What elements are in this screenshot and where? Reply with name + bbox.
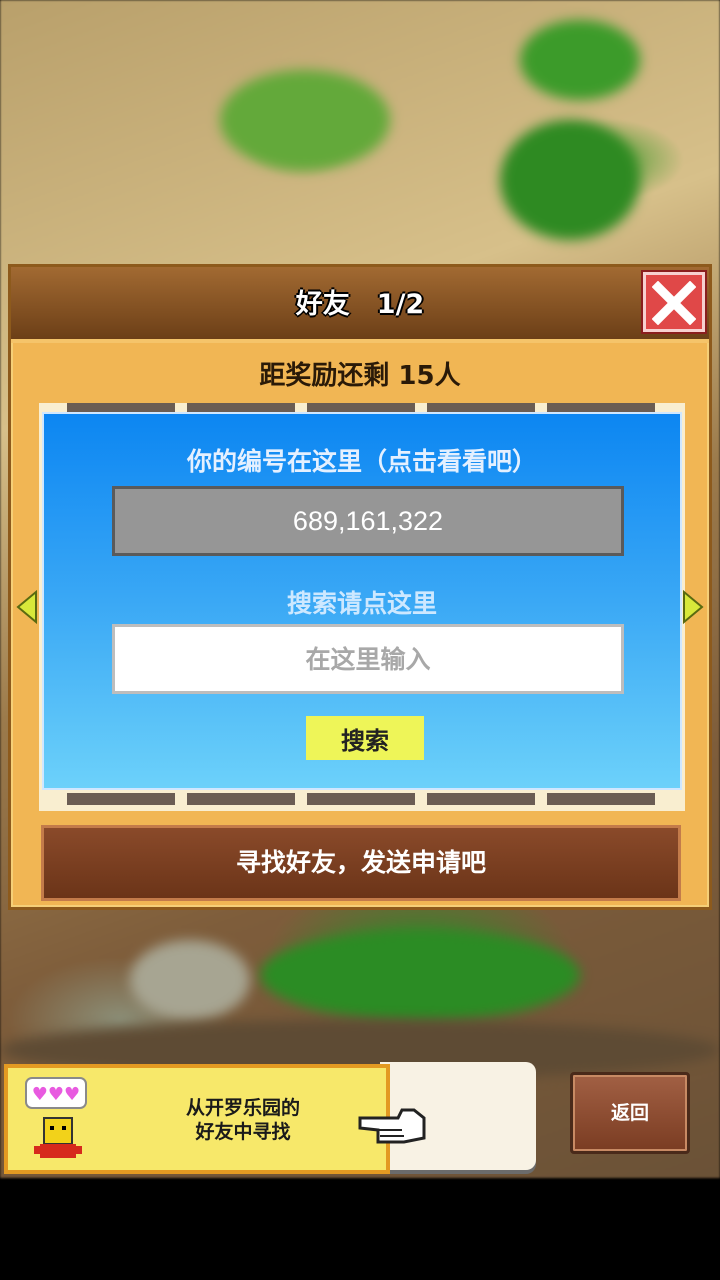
character-icon: ♥♥♥ xyxy=(20,1074,98,1166)
slot-bottom xyxy=(427,793,535,805)
slot-bottom xyxy=(307,793,415,805)
reward-remaining-text: 距奖励还剩 15人 xyxy=(259,361,461,391)
player-id-box[interactable]: 689,161,322 xyxy=(112,486,624,556)
close-icon xyxy=(652,281,696,325)
dialog-title: 好友 1/2 xyxy=(295,289,425,320)
pointing-hand-icon xyxy=(358,1108,426,1144)
back-button[interactable]: 返回 xyxy=(570,1072,690,1154)
banner-line-2: 好友中寻找 xyxy=(195,1121,291,1143)
search-input[interactable] xyxy=(112,624,624,694)
search-button[interactable]: 搜索 xyxy=(306,716,424,760)
friend-id-panel: 你的编号在这里（点击看看吧） 689,161,322 搜索请点这里 搜索 xyxy=(42,412,682,790)
banner-line-1: 从开罗乐园的 xyxy=(185,1097,300,1119)
close-button[interactable] xyxy=(643,272,705,332)
kairo-park-friends-banner[interactable]: ♥♥♥ 从开罗乐园的 好友中寻找 xyxy=(4,1064,390,1174)
find-friends-button[interactable]: 寻找好友，发送申请吧 xyxy=(41,825,681,901)
arrow-right-icon[interactable] xyxy=(682,590,704,624)
slot-bottom xyxy=(187,793,295,805)
id-label[interactable]: 你的编号在这里（点击看看吧） xyxy=(44,442,680,478)
slot-bottom xyxy=(67,793,175,805)
friends-dialog: 好友 1/2 距奖励还剩 15人 你的编号在这里（点击看看吧） 689,161,… xyxy=(8,264,712,910)
arrow-left-icon[interactable] xyxy=(16,590,38,624)
slot-bottom xyxy=(547,793,655,805)
svg-text:♥♥♥: ♥♥♥ xyxy=(32,1084,80,1105)
search-label: 搜索请点这里 xyxy=(286,589,437,618)
banner-text: 从开罗乐园的 好友中寻找 xyxy=(158,1096,328,1144)
